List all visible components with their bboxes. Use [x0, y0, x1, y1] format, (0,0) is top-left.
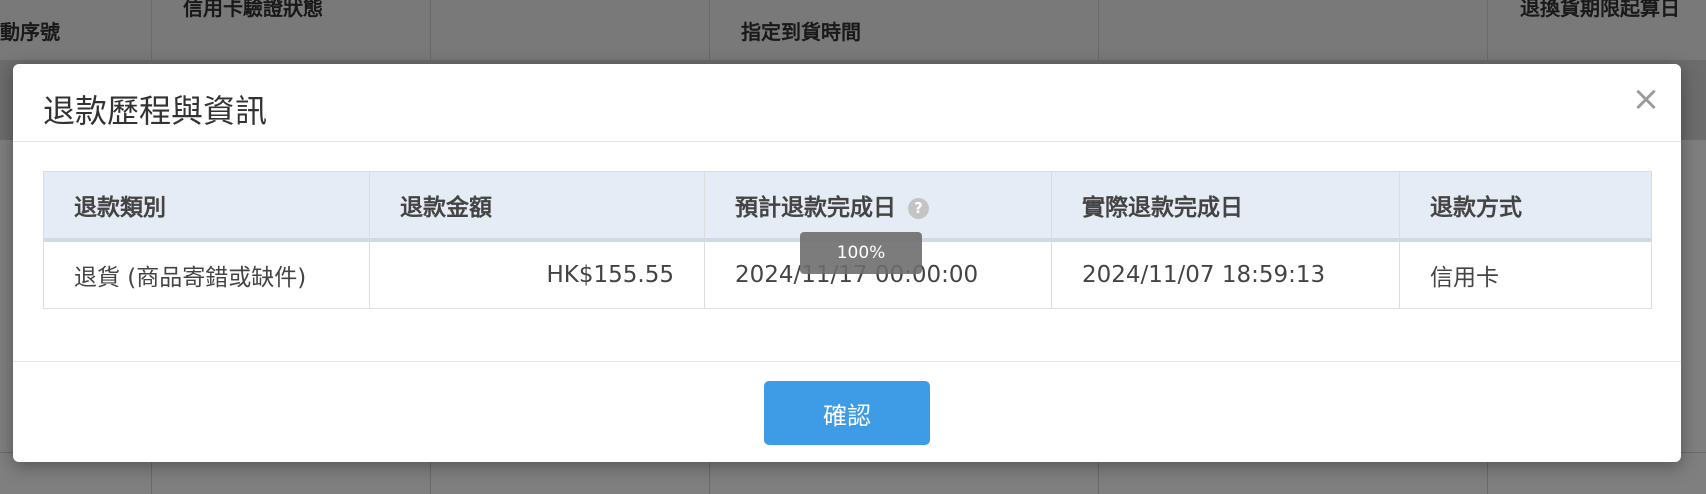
- dialog-title: 退款歷程與資訊: [43, 92, 268, 130]
- refund-history-dialog: 退款歷程與資訊 × 退款類別 退款金額 預計退款完成日? 實際退款完成日 退款方…: [13, 64, 1681, 462]
- cell-refund-type: 退貨 (商品寄錯或缺件): [43, 239, 370, 309]
- column-header-refund-type: 退款類別: [43, 171, 370, 242]
- column-header-refund-amount: 退款金額: [369, 171, 705, 242]
- close-icon[interactable]: ×: [1629, 82, 1663, 116]
- confirm-button[interactable]: 確認: [764, 381, 930, 445]
- column-header-expected-date-label: 預計退款完成日: [735, 195, 896, 221]
- help-icon[interactable]: ?: [908, 198, 929, 219]
- column-header-actual-date: 實際退款完成日: [1051, 171, 1400, 242]
- cell-actual-date: 2024/11/07 18:59:13: [1051, 239, 1400, 309]
- refund-table-header-row: 退款類別 退款金額 預計退款完成日? 實際退款完成日 退款方式: [43, 171, 1652, 242]
- zoom-level-indicator: 100%: [800, 232, 922, 274]
- dialog-footer: 確認: [13, 361, 1681, 463]
- column-header-expected-date: 預計退款完成日?: [704, 171, 1052, 242]
- dialog-header: 退款歷程與資訊 ×: [13, 64, 1681, 142]
- cell-refund-amount: HK$155.55: [369, 239, 705, 309]
- column-header-refund-method: 退款方式: [1399, 171, 1652, 242]
- cell-refund-method: 信用卡: [1399, 239, 1652, 309]
